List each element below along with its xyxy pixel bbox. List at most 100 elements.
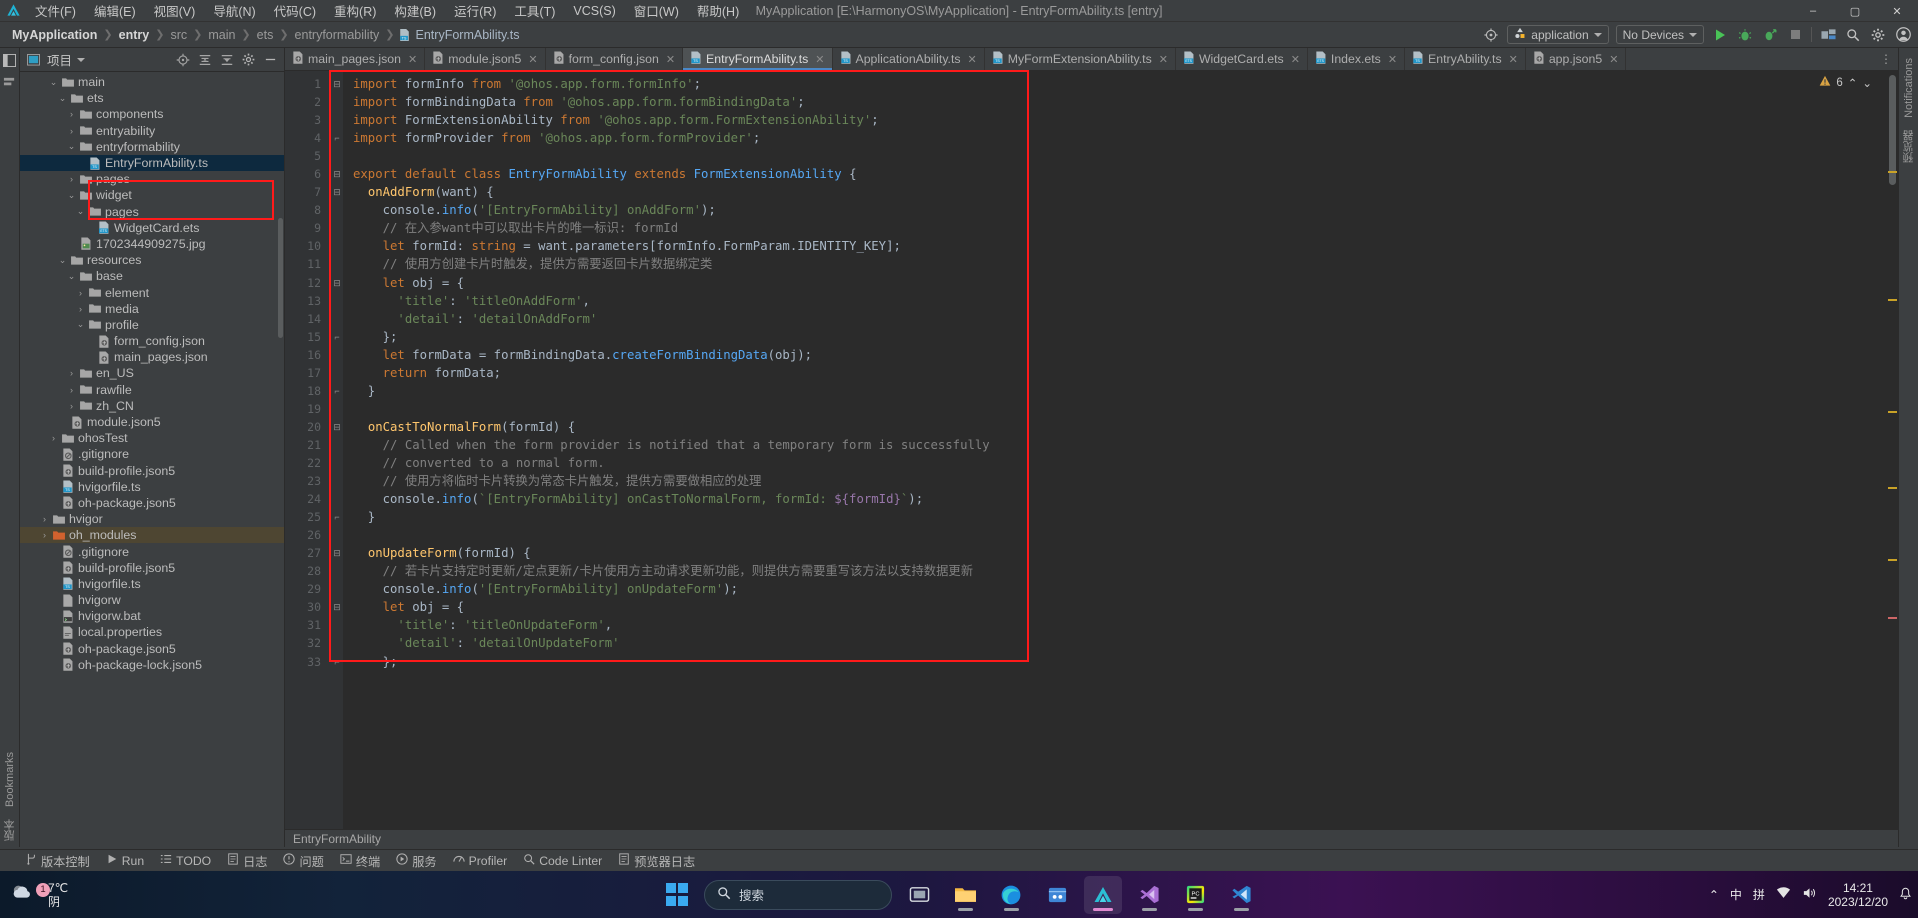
menu-code[interactable]: 代码(C) [265, 0, 325, 22]
hide-panel-icon[interactable] [262, 51, 279, 68]
fold-marker-icon[interactable]: ⊟ [331, 165, 343, 183]
chevron-right-icon[interactable]: › [47, 433, 60, 443]
code-line[interactable]: console.info('[EntryFormAbility] onUpdat… [343, 580, 1898, 598]
menu-edit[interactable]: 编辑(E) [85, 0, 145, 22]
chevron-right-icon[interactable]: › [38, 530, 51, 540]
error-stripe-marker[interactable] [1888, 411, 1897, 413]
menu-run[interactable]: 运行(R) [445, 0, 505, 22]
chevron-right-icon[interactable]: › [65, 401, 78, 411]
fold-marker-icon[interactable]: ⊟ [331, 418, 343, 436]
editor-tab-bar[interactable]: main_pages.json ✕ module.json5 ✕ form_config… [285, 48, 1898, 71]
chevron-right-icon[interactable]: › [65, 174, 78, 184]
code-line[interactable]: } [343, 508, 1898, 526]
tree-item-profile[interactable]: ⌄ profile [20, 317, 284, 333]
store-button[interactable] [1038, 876, 1076, 914]
menu-tools[interactable]: 工具(T) [505, 0, 564, 22]
tree-item-build-profile-json5[interactable]: build-profile.json5 [20, 463, 284, 479]
deveco-studio-button[interactable] [1084, 875, 1122, 914]
code-line[interactable]: import formProvider from '@ohos.app.form… [343, 129, 1898, 147]
network-icon[interactable] [1776, 886, 1791, 903]
tree-item-1702344909275-jpg[interactable]: 1702344909275.jpg [20, 236, 284, 252]
code-line[interactable]: // 使用方将临时卡片转换为常态卡片触发，提供方需要做相应的处理 [343, 472, 1898, 490]
file-explorer-button[interactable] [946, 876, 984, 914]
tree-item-local-properties[interactable]: local.properties [20, 624, 284, 640]
taskbar-weather-widget[interactable]: 1 7℃ 阴 [0, 881, 300, 909]
maximize-button[interactable]: ▢ [1834, 0, 1876, 22]
run-configuration-selector[interactable]: application [1507, 25, 1609, 44]
editor-tab-entryability-ts[interactable]: TS EntryAbility.ts ✕ [1405, 48, 1526, 70]
editor-tab-form-config-json[interactable]: form_config.json ✕ [546, 48, 684, 70]
tree-item-oh-modules[interactable]: › oh_modules [20, 527, 284, 544]
more-tabs-icon[interactable]: ⋮ [1880, 52, 1892, 66]
tree-item--gitignore[interactable]: .gitignore [20, 446, 284, 462]
tree-item-main-pages-json[interactable]: main_pages.json [20, 349, 284, 365]
tree-item-hvigorfile-ts[interactable]: TS hvigorfile.ts [20, 479, 284, 495]
fold-marker-icon[interactable]: ⌐ [331, 653, 343, 671]
tree-item-rawfile[interactable]: › rawfile [20, 382, 284, 398]
tool-window-----[interactable]: 版本控制 [18, 851, 97, 871]
code-line[interactable]: let obj = { [343, 274, 1898, 292]
fold-marker-icon[interactable]: ⌐ [331, 328, 343, 346]
tree-item-module-json5[interactable]: module.json5 [20, 414, 284, 430]
editor-tab-widgetcard-ets[interactable]: ETS WidgetCard.ets ✕ [1176, 48, 1308, 70]
close-tab-icon[interactable]: ✕ [815, 53, 824, 66]
code-line[interactable]: // 若卡片支持定时更新/定点更新/卡片使用方主动请求更新功能，则提供方需要重写… [343, 562, 1898, 580]
menu-view[interactable]: 视图(V) [145, 0, 205, 22]
code-line[interactable]: 'title': 'titleOnUpdateForm', [343, 616, 1898, 634]
fold-marker-icon[interactable]: ⌐ [331, 508, 343, 526]
tree-item-ets[interactable]: ⌄ ets [20, 90, 284, 106]
bookmarks-rail-label[interactable]: Bookmarks [4, 752, 16, 807]
close-tab-icon[interactable]: ✕ [408, 53, 417, 66]
tree-item-hvigorw-bat[interactable]: hvigorw.bat [20, 608, 284, 624]
breadcrumb-item-module[interactable]: entry [115, 28, 154, 42]
code-line[interactable]: let formId: string = want.parameters[for… [343, 237, 1898, 255]
breadcrumb-item-ets[interactable]: ets [253, 28, 278, 42]
chevron-right-icon[interactable]: › [65, 126, 78, 136]
tray-expand-icon[interactable]: ⌃ [1709, 888, 1719, 902]
code-line[interactable]: onCastToNormalForm(formId) { [343, 418, 1898, 436]
breadcrumb-item-main[interactable]: main [204, 28, 239, 42]
tree-item-pages[interactable]: ⌄ pages [20, 204, 284, 220]
close-tab-icon[interactable]: ✕ [1159, 53, 1168, 66]
code-editor[interactable]: 1 2 3 4 5 6 7 8 9 10 11 12 13 14 15 16 17 18 19 20 21 22 23 24 2… [285, 70, 1898, 829]
editor-tab-main-pages-json[interactable]: main_pages.json ✕ [285, 48, 426, 70]
chevron-right-icon[interactable]: › [74, 288, 87, 298]
tree-item-components[interactable]: › components [20, 106, 284, 122]
avatar[interactable] [1894, 26, 1912, 44]
collapse-all-icon[interactable] [218, 51, 235, 68]
breadcrumb-item-entryformability[interactable]: entryformability [291, 28, 384, 42]
expand-all-icon[interactable] [196, 51, 213, 68]
fold-marker-icon[interactable]: ⊟ [331, 274, 343, 292]
code-line[interactable]: // converted to a normal form. [343, 454, 1898, 472]
visual-studio-button[interactable] [1130, 876, 1168, 914]
code-line[interactable]: }; [343, 653, 1898, 671]
menu-file[interactable]: 文件(F) [26, 0, 85, 22]
error-stripe-marker[interactable] [1888, 171, 1897, 173]
breadcrumb-item-project[interactable]: MyApplication [8, 28, 101, 42]
code-content[interactable]: import formInfo from '@ohos.app.form.for… [343, 71, 1898, 829]
fold-marker-icon[interactable]: ⊟ [331, 544, 343, 562]
volume-icon[interactable] [1802, 886, 1817, 903]
code-line[interactable]: // Called when the form provider is noti… [343, 436, 1898, 454]
editor-tab-myformextensionability-ts[interactable]: TS MyFormExtensionAbility.ts ✕ [985, 48, 1176, 70]
editor-tab-app-json5[interactable]: app.json5 ✕ [1526, 48, 1627, 70]
close-tab-icon[interactable]: ✕ [1388, 53, 1397, 66]
fold-marker-icon[interactable]: ⊟ [331, 183, 343, 201]
search-icon[interactable] [1844, 26, 1862, 44]
code-line[interactable]: onAddForm(want) { [343, 183, 1898, 201]
tree-item-element[interactable]: › element [20, 284, 284, 300]
editor-scrollbar[interactable] [1886, 71, 1898, 829]
structure-tool-icon[interactable] [3, 76, 16, 92]
debug-button[interactable] [1736, 26, 1754, 44]
chevron-right-icon[interactable]: › [74, 304, 87, 314]
error-stripe-marker[interactable] [1888, 559, 1897, 561]
breadcrumb-item-src[interactable]: src [166, 28, 191, 42]
ime-mode-indicator[interactable]: 拼 [1753, 886, 1765, 903]
menu-help[interactable]: 帮助(H) [688, 0, 748, 22]
chevron-down-icon[interactable]: ⌄ [74, 319, 87, 330]
tool-window-bar[interactable]: 版本控制 Run TODO 日志 问题 终端 服务 Profiler Code Linter 预览… [0, 849, 1918, 871]
breadcrumb-item-file[interactable]: EntryFormAbility.ts [412, 28, 524, 42]
profile-button[interactable] [1761, 26, 1779, 44]
code-line[interactable]: let formData = formBindingData.createFor… [343, 346, 1898, 364]
tree-item-oh-package-json5[interactable]: oh-package.json5 [20, 495, 284, 511]
